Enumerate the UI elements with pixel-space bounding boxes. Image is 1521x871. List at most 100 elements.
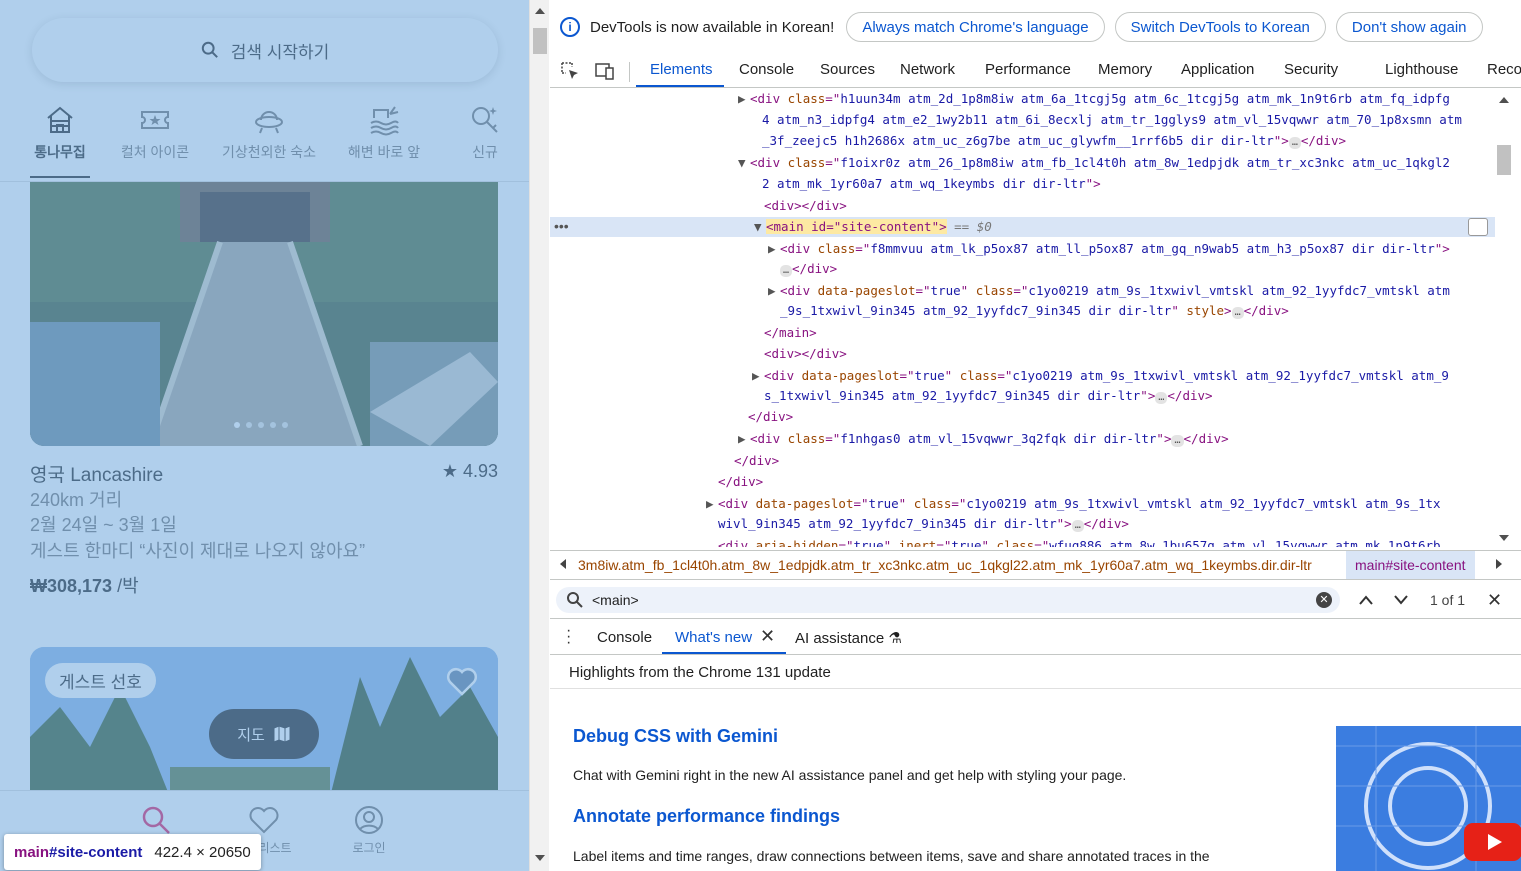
drawer-tab-ai-assistance[interactable]: AI assistance ⚗ <box>795 629 902 647</box>
dom-token: f8mmvuu atm_lk_p5ox87 atm_ll_p5ox87 atm_… <box>870 241 1435 256</box>
photo-carousel-dots[interactable] <box>234 422 288 428</box>
dom-node-line[interactable]: ▶ <div class="f8mmvuu atm_lk_p5ox87 atm_l… <box>550 239 1450 259</box>
dom-node-line[interactable]: <div></div> <box>550 344 847 364</box>
category-culture-icon[interactable]: 컬처 아이콘 <box>95 98 215 162</box>
dom-node-line[interactable]: ▶ <div class="h1uun34m atm_2d_1p8m8iw atm… <box>550 89 1450 109</box>
expand-toggle-icon[interactable]: ▶ <box>752 366 764 386</box>
dom-token: </div> <box>748 409 794 424</box>
collapsed-content-ellipsis[interactable]: … <box>1171 435 1184 447</box>
collapsed-content-ellipsis[interactable]: … <box>1288 137 1301 149</box>
tab-performance[interactable]: Performance <box>985 61 1071 78</box>
dom-node-line[interactable]: ▶ <div data-pageslot="true" class="c1yo02… <box>550 366 1449 386</box>
dom-node-line[interactable]: ▶ <div class="f1nhgas0 atm_vl_15vqwwr_3q2… <box>550 429 1229 449</box>
collapsed-content-ellipsis[interactable]: … <box>1155 392 1168 404</box>
drawer-tab-console[interactable]: Console <box>597 629 652 646</box>
tab-console[interactable]: Console <box>739 61 794 78</box>
tab-application[interactable]: Application <box>1181 61 1254 78</box>
dont-show-again-button[interactable]: Don't show again <box>1335 12 1483 42</box>
tab-sources[interactable]: Sources <box>820 61 875 78</box>
ai-assistance-icon[interactable] <box>1468 218 1488 236</box>
youtube-play-icon[interactable] <box>1464 823 1521 861</box>
dom-node-line[interactable]: ▶ <div data-pageslot="true" class="c1yo02… <box>550 281 1450 301</box>
dom-node-line[interactable]: </div> <box>550 407 793 427</box>
dom-node-line[interactable]: 4 atm_n3_idpfg4 atm_e2_1wy2b11 atm_6i_8e… <box>550 110 1462 130</box>
collapsed-content-ellipsis[interactable]: … <box>1231 307 1244 319</box>
expand-toggle-icon[interactable]: ▼ <box>754 217 766 237</box>
category-unique-stays[interactable]: 기상천외한 숙소 <box>209 98 329 162</box>
elements-scrollbar[interactable] <box>1495 89 1521 547</box>
dom-token: == $0 <box>946 219 992 234</box>
dom-node-line[interactable]: _3f_zeejc5 h1h2686x atm_uc_z6g7be atm_uc… <box>550 131 1346 151</box>
breadcrumb-left-arrow-icon[interactable] <box>560 559 566 569</box>
collapsed-content-ellipsis[interactable]: … <box>1071 520 1084 532</box>
dom-node-line[interactable]: ▼ <div class="f1oixr0z atm_26_1p8m8iw atm… <box>550 153 1450 173</box>
dom-token: class <box>913 496 952 511</box>
viewport-scrollbar[interactable] <box>529 0 549 871</box>
elements-dom-tree[interactable]: ▶ <div class="h1uun34m atm_2d_1p8m8iw atm… <box>550 89 1495 547</box>
scroll-down-arrow-icon[interactable] <box>1499 535 1509 541</box>
expand-toggle-icon[interactable]: ▶ <box>706 494 718 514</box>
dom-node-line[interactable]: <div></div> <box>550 196 847 216</box>
dom-node-line[interactable]: ▶ <div data-pageslot="true" class="c1yo02… <box>550 494 1441 514</box>
scroll-up-arrow-icon[interactable] <box>1499 97 1509 103</box>
dom-node-line[interactable]: _9s_1txwivl_9in345 atm_92_1yyfdc7_9in345… <box>550 301 1289 321</box>
dom-token: true <box>914 368 945 383</box>
expand-toggle-icon[interactable]: ▼ <box>738 153 750 173</box>
breadcrumb-parent[interactable]: 3m8iw.atm_fb_1cl4t0h.atm_8w_1edpjdk.atm_… <box>578 557 1338 573</box>
dom-node-line[interactable]: s_1txwivl_9in345 atm_92_1yyfdc7_9in345 d… <box>550 386 1213 406</box>
previous-match-icon[interactable] <box>1358 594 1374 606</box>
scroll-thumb[interactable] <box>1497 145 1511 175</box>
tab-lighthouse[interactable]: Lighthouse <box>1385 61 1458 78</box>
breadcrumb-right-arrow-icon[interactable] <box>1496 559 1502 569</box>
clear-search-icon[interactable]: ✕ <box>1316 592 1332 608</box>
more-options-icon[interactable]: ••• <box>554 218 569 234</box>
dom-node-line[interactable]: 2 atm_mk_1yr60a7 atm_wq_1keymbs dir dir-… <box>550 174 1101 194</box>
tab-network[interactable]: Network <box>900 61 955 78</box>
breadcrumb-current[interactable]: main#site-content <box>1346 551 1475 579</box>
collapsed-content-ellipsis[interactable]: … <box>780 265 793 277</box>
elements-search-input[interactable]: <main> ✕ <box>556 587 1340 613</box>
dom-node-line[interactable]: <div aria-hidden="true" inert="true" cla… <box>550 536 1441 547</box>
dom-token: =" <box>853 496 869 511</box>
tab-memory[interactable]: Memory <box>1098 61 1152 78</box>
next-match-icon[interactable] <box>1393 594 1409 606</box>
switch-to-korean-button[interactable]: Switch DevTools to Korean <box>1114 12 1326 42</box>
search-bar[interactable]: 검색 시작하기 <box>32 18 498 82</box>
wishlist-heart-icon[interactable] <box>446 666 478 696</box>
tab-recorder[interactable]: Recor <box>1487 61 1521 78</box>
dom-token: "> <box>1273 133 1289 148</box>
inspect-element-icon[interactable] <box>560 61 580 81</box>
scroll-thumb[interactable] <box>533 28 547 54</box>
dom-token: data-pageslot <box>817 283 916 298</box>
expand-toggle-icon[interactable]: ▶ <box>768 239 780 259</box>
tab-elements[interactable]: Elements <box>650 61 713 78</box>
scroll-down-arrow-icon[interactable] <box>535 855 545 861</box>
dom-node-line[interactable]: </div> <box>550 472 763 492</box>
expand-toggle-icon[interactable]: ▶ <box>738 429 750 449</box>
news-title-2[interactable]: Annotate performance findings <box>573 806 840 827</box>
dom-node-line[interactable]: … </div> <box>550 259 837 279</box>
expand-toggle-icon[interactable]: ▶ <box>768 281 780 301</box>
map-button[interactable]: 지도 <box>209 709 319 759</box>
listing-review: 게스트 한마디 “사진이 제대로 나오지 않아요” <box>30 541 366 561</box>
dom-node-line[interactable]: </div> <box>550 451 779 471</box>
drawer-tab-whats-new[interactable]: What's new <box>675 629 752 646</box>
scroll-up-arrow-icon[interactable] <box>535 8 545 14</box>
tab-security[interactable]: Security <box>1284 61 1338 78</box>
breadcrumb: 3m8iw.atm_fb_1cl4t0h.atm_8w_1edpjdk.atm_… <box>550 550 1521 580</box>
bottom-nav-login[interactable]: 로그인 <box>324 805 414 856</box>
dom-node-selected[interactable]: ▼ <main id="site-content"> == $0 <box>550 217 1495 237</box>
always-match-language-button[interactable]: Always match Chrome's language <box>846 12 1105 42</box>
news-title-1[interactable]: Debug CSS with Gemini <box>573 726 778 747</box>
close-search-icon[interactable]: ✕ <box>1487 590 1502 611</box>
device-toolbar-icon[interactable] <box>595 61 615 81</box>
dom-token: </div> <box>718 474 764 489</box>
dom-token: _3f_zeejc5 h1h2686x atm_uc_z6g7be atm_uc… <box>762 133 1274 148</box>
listing-photo[interactable] <box>30 182 498 446</box>
category-new[interactable]: 신규 <box>425 98 529 162</box>
close-tab-icon[interactable]: ✕ <box>760 626 775 647</box>
drawer-menu-icon[interactable]: · · · <box>566 623 571 651</box>
expand-toggle-icon[interactable]: ▶ <box>738 89 750 109</box>
dom-node-line[interactable]: wivl_9in345 atm_92_1yyfdc7_9in345 dir di… <box>550 514 1129 534</box>
dom-node-line[interactable]: </main> <box>550 323 817 343</box>
